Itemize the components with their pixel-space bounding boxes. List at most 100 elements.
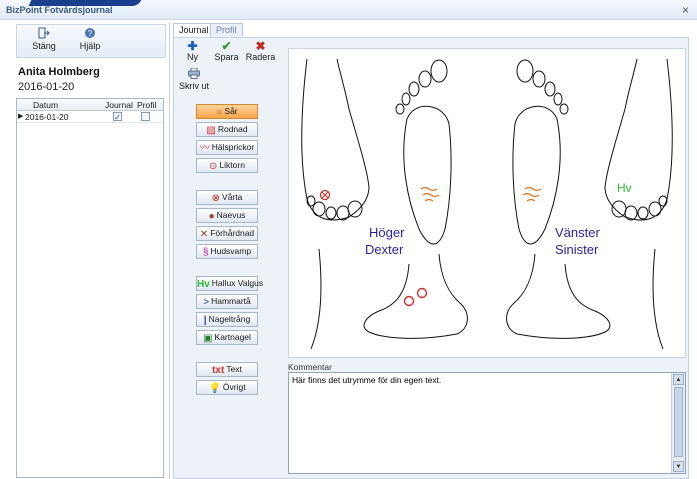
stamp-kartnagel-button[interactable]: ▣ Kartnagel (196, 330, 258, 345)
window-title: BizPoint Fotvårdsjournal (6, 5, 113, 15)
stamp-label: Sår (224, 106, 238, 116)
journal-checkbox[interactable]: ✓ (113, 112, 122, 121)
column-header-datum[interactable]: Datum (33, 100, 58, 110)
right-sole-outline (395, 59, 452, 245)
print-button[interactable]: Skriv ut (176, 67, 212, 91)
stamp-label: Hallux Valgus (211, 278, 264, 288)
foot-diagram: Hv Höger Dexter Vänster Sinister (301, 58, 673, 350)
close-button[interactable]: Stäng (23, 27, 65, 55)
left-foot-side-outline (506, 248, 664, 350)
journal-work-area: ✚ Ny ✔ Spara ✖ Radera Skriv ut ○ Sår ▨ Rod… (173, 37, 689, 479)
stamp-sar-button[interactable]: ○ Sår (196, 104, 258, 119)
hatch-icon: ▨ (206, 125, 216, 136)
left-foot-label-swedish: Vänster (555, 225, 600, 240)
right-foot-label-latin: Dexter (365, 242, 404, 257)
filled-circle-icon: ● (208, 211, 215, 222)
text-icon: txt (212, 365, 225, 376)
left-sole-outline (512, 59, 569, 245)
tab-journal[interactable]: Journal (173, 23, 215, 37)
row-selector-icon: ▶ (18, 113, 24, 120)
circle-outline-icon: ○ (216, 107, 223, 118)
close-window-button[interactable]: × (682, 3, 689, 17)
stamp-nageltrang-button[interactable]: | Nageltrång (196, 312, 258, 327)
stamp-label: Hammartå (211, 296, 251, 306)
comment-label: Kommentar (288, 362, 332, 372)
plus-icon: ✚ (187, 39, 198, 53)
target-icon: ⊙ (209, 161, 218, 172)
stamp-ovrigt-button[interactable]: 💡 Övrigt (196, 380, 258, 395)
title-bar: BizPoint Fotvårdsjournal × (0, 0, 697, 20)
delete-button-label: Radera (245, 52, 276, 62)
left-toolbar: Stäng ? Hjälp (16, 24, 166, 58)
stamp-label: Kartnagel (214, 332, 251, 342)
bar-icon: | (203, 315, 207, 326)
squiggle-icon: § (202, 247, 209, 258)
stamp-label: Hälsprickor (211, 142, 255, 152)
action-toolbar: ✚ Ny ✔ Spara ✖ Radera Skriv ut (176, 40, 280, 96)
cross-icon: ✕ (199, 229, 209, 240)
close-button-label: Stäng (32, 41, 56, 51)
save-button-label: Spara (214, 52, 239, 62)
stamp-label: Förhårdnad (210, 228, 255, 238)
comment-box: Här finns det utrymme för din egen text.… (288, 372, 686, 474)
hallux-valgus-mark: Hv (617, 181, 632, 195)
wound-mark (403, 295, 415, 307)
stamp-naevus-button[interactable]: ● Naevus (196, 208, 258, 223)
visit-table: Datum Journal Profil ▶ 2016-01-20 ✓ (16, 98, 164, 478)
left-foot-label-latin: Sinister (555, 242, 599, 257)
visit-date: 2016-01-20 (25, 112, 69, 122)
stamp-forhardnad-button[interactable]: ✕ Förhårdnad (196, 226, 258, 241)
stamp-text-button[interactable]: txt Text (196, 362, 258, 377)
stamp-label: Text (226, 364, 242, 374)
scroll-up-icon[interactable]: ▲ (673, 374, 684, 385)
stamp-hudsvamp-button[interactable]: § Hudsvamp (196, 244, 258, 259)
stamp-label: Hudsvamp (210, 246, 252, 256)
svg-text:?: ? (88, 29, 93, 38)
table-row[interactable]: ▶ 2016-01-20 ✓ (17, 111, 163, 123)
left-panel: Stäng ? Hjälp Anita Holmberg 2016-01-20 … (12, 22, 170, 479)
patient-date: 2016-01-20 (18, 81, 75, 93)
tab-profil[interactable]: Profil (210, 23, 243, 37)
stamp-varta-button[interactable]: ⊗ Vårta (196, 190, 258, 205)
stamp-label: Liktorn (219, 160, 245, 170)
heel-crack-mark-left (522, 186, 542, 202)
hv-icon: Hv (197, 279, 210, 290)
heel-crack-mark-right (420, 186, 440, 202)
stamp-label: Naevus (216, 210, 246, 220)
crack-icon: 〰 (199, 143, 210, 154)
help-icon: ? (69, 27, 111, 41)
circled-x-icon: ⊗ (211, 193, 221, 204)
help-button[interactable]: ? Hjälp (69, 27, 111, 55)
delete-button[interactable]: ✖ Radera (244, 40, 277, 62)
scroll-thumb[interactable] (674, 387, 683, 457)
stamp-liktorn-button[interactable]: ⊙ Liktorn (196, 158, 258, 173)
save-button[interactable]: ✔ Spara (210, 40, 243, 62)
help-button-label: Hjälp (79, 41, 101, 51)
visit-table-header: Datum Journal Profil (17, 99, 163, 111)
scroll-down-icon[interactable]: ▼ (673, 461, 684, 472)
right-foot-dorsal-outline (301, 58, 370, 221)
stamp-rodnad-button[interactable]: ▨ Rodnad (196, 122, 258, 137)
new-button-label: Ny (187, 52, 198, 62)
column-header-journal[interactable]: Journal (105, 100, 133, 110)
new-button[interactable]: ✚ Ny (176, 40, 209, 62)
profil-checkbox[interactable] (141, 112, 150, 121)
exit-icon (23, 27, 65, 41)
delete-x-icon: ✖ (255, 39, 266, 53)
stamp-hallux-button[interactable]: Hv Hallux Valgus (196, 276, 263, 291)
varta-mark (319, 189, 331, 201)
stamp-label: Övrigt (222, 382, 246, 392)
stamp-hammarta-button[interactable]: > Hammartå (196, 294, 258, 309)
check-icon: ✔ (221, 39, 232, 53)
comment-textarea[interactable]: Här finns det utrymme för din egen text. (289, 373, 671, 473)
left-foot-dorsal-outline (604, 58, 673, 221)
right-foot-side-outline (310, 248, 468, 350)
stamp-halsprickor-button[interactable]: 〰 Hälsprickor (196, 140, 258, 155)
comment-scrollbar[interactable]: ▲ ▼ (671, 373, 685, 473)
stamp-label: Nageltrång (208, 314, 251, 324)
foot-diagram-canvas[interactable]: Hv Höger Dexter Vänster Sinister (288, 48, 686, 358)
lightbulb-icon: 💡 (208, 383, 221, 394)
chevron-right-icon: > (203, 297, 210, 308)
column-header-profil[interactable]: Profil (137, 100, 156, 110)
nail-icon: ▣ (203, 333, 213, 344)
